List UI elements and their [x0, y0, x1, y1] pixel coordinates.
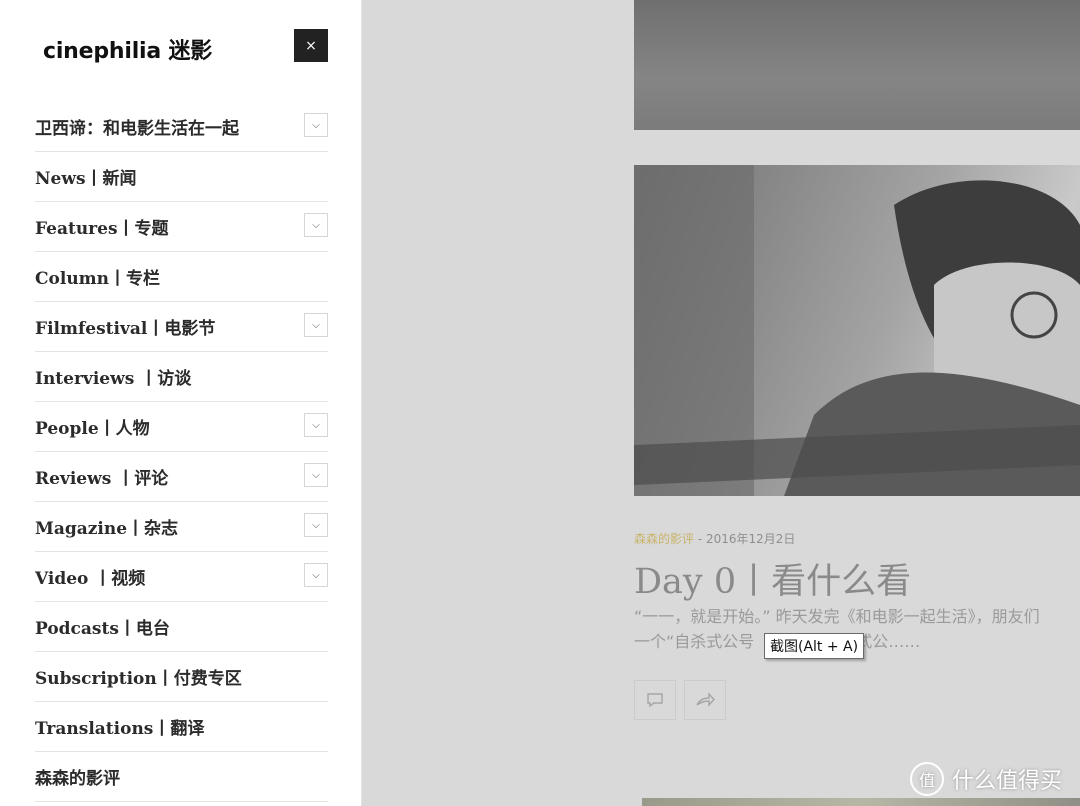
- watermark-text: 什么值得买: [952, 769, 1063, 794]
- menu-item-features[interactable]: Features丨专题 ⌵: [35, 202, 328, 252]
- main-content: 森森的影评 - 2016年12月2日 Day 0丨看什么看 “一一，就是开始。”…: [362, 0, 1080, 806]
- menu-item-label: Magazine丨杂志: [35, 519, 179, 539]
- chevron-down-icon[interactable]: ⌵: [304, 413, 328, 437]
- post-featured-image[interactable]: [634, 165, 1080, 496]
- menu-item-label: News丨新闻: [35, 169, 137, 189]
- menu-item-video[interactable]: Video 丨视频 ⌵: [35, 552, 328, 602]
- menu-item-interviews[interactable]: Interviews 丨访谈: [35, 352, 328, 402]
- portrait-photo: [634, 165, 1080, 496]
- nav-menu: 卫西谛：和电影生活在一起 ⌵ News丨新闻 Features丨专题 ⌵ Col…: [35, 102, 328, 802]
- screenshot-tooltip: 截图(Alt + A): [764, 633, 865, 659]
- menu-item-filmfestival[interactable]: Filmfestival丨电影节 ⌵: [35, 302, 328, 352]
- watermark: 值 什么值得买: [910, 762, 1062, 796]
- meta-separator: -: [694, 532, 706, 546]
- next-post-image[interactable]: [642, 798, 1080, 806]
- previous-post-image[interactable]: [634, 0, 1080, 130]
- post-author-link[interactable]: 森森的影评: [634, 532, 694, 546]
- chevron-down-icon[interactable]: ⌵: [304, 113, 328, 137]
- comment-icon: [647, 693, 663, 708]
- site-logo[interactable]: cinephilia 迷影: [43, 33, 212, 65]
- menu-item-label: Video 丨视频: [35, 569, 146, 589]
- menu-item-translations[interactable]: Translations丨翻译: [35, 702, 328, 752]
- menu-item-label: Subscription丨付费专区: [35, 669, 242, 689]
- menu-item-weixidi[interactable]: 卫西谛：和电影生活在一起 ⌵: [35, 102, 328, 152]
- close-menu-button[interactable]: ×: [294, 29, 328, 62]
- chevron-down-icon[interactable]: ⌵: [304, 213, 328, 237]
- menu-item-people[interactable]: People丨人物 ⌵: [35, 402, 328, 452]
- menu-item-label: Translations丨翻译: [35, 719, 205, 739]
- share-button[interactable]: [684, 680, 726, 720]
- menu-item-subscription[interactable]: Subscription丨付费专区: [35, 652, 328, 702]
- chevron-down-icon[interactable]: ⌵: [304, 313, 328, 337]
- menu-item-column[interactable]: Column丨专栏: [35, 252, 328, 302]
- chevron-down-icon[interactable]: ⌵: [304, 463, 328, 487]
- menu-item-sensen-reviews[interactable]: 森森的影评: [35, 752, 328, 802]
- post-title[interactable]: Day 0丨看什么看: [634, 553, 911, 604]
- menu-item-label: Filmfestival丨电影节: [35, 319, 216, 339]
- menu-item-label: Podcasts丨电台: [35, 619, 170, 639]
- menu-item-magazine[interactable]: Magazine丨杂志 ⌵: [35, 502, 328, 552]
- excerpt-line: “一一，就是开始。” 昨天发完《和电影一起生活》，朋友们: [634, 607, 1040, 626]
- menu-item-label: 卫西谛：和电影生活在一起: [35, 119, 239, 139]
- sidebar-menu: cinephilia 迷影 × 卫西谛：和电影生活在一起 ⌵ News丨新闻 F…: [0, 0, 362, 806]
- watermark-logo-icon: 值: [910, 762, 944, 796]
- share-icon: [696, 692, 715, 707]
- menu-item-label: 森森的影评: [35, 769, 120, 789]
- menu-item-label: People丨人物: [35, 419, 150, 439]
- menu-item-label: Reviews 丨评论: [35, 469, 169, 489]
- chevron-down-icon[interactable]: ⌵: [304, 563, 328, 587]
- menu-item-label: Interviews 丨访谈: [35, 369, 192, 389]
- chevron-down-icon[interactable]: ⌵: [304, 513, 328, 537]
- post-date: 2016年12月2日: [705, 532, 796, 546]
- menu-item-label: Column丨专栏: [35, 269, 161, 289]
- comment-button[interactable]: [634, 680, 676, 720]
- menu-item-label: Features丨专题: [35, 219, 169, 239]
- menu-item-podcasts[interactable]: Podcasts丨电台: [35, 602, 328, 652]
- menu-item-news[interactable]: News丨新闻: [35, 152, 328, 202]
- post-meta: 森森的影评 - 2016年12月2日: [634, 530, 795, 547]
- menu-item-reviews[interactable]: Reviews 丨评论 ⌵: [35, 452, 328, 502]
